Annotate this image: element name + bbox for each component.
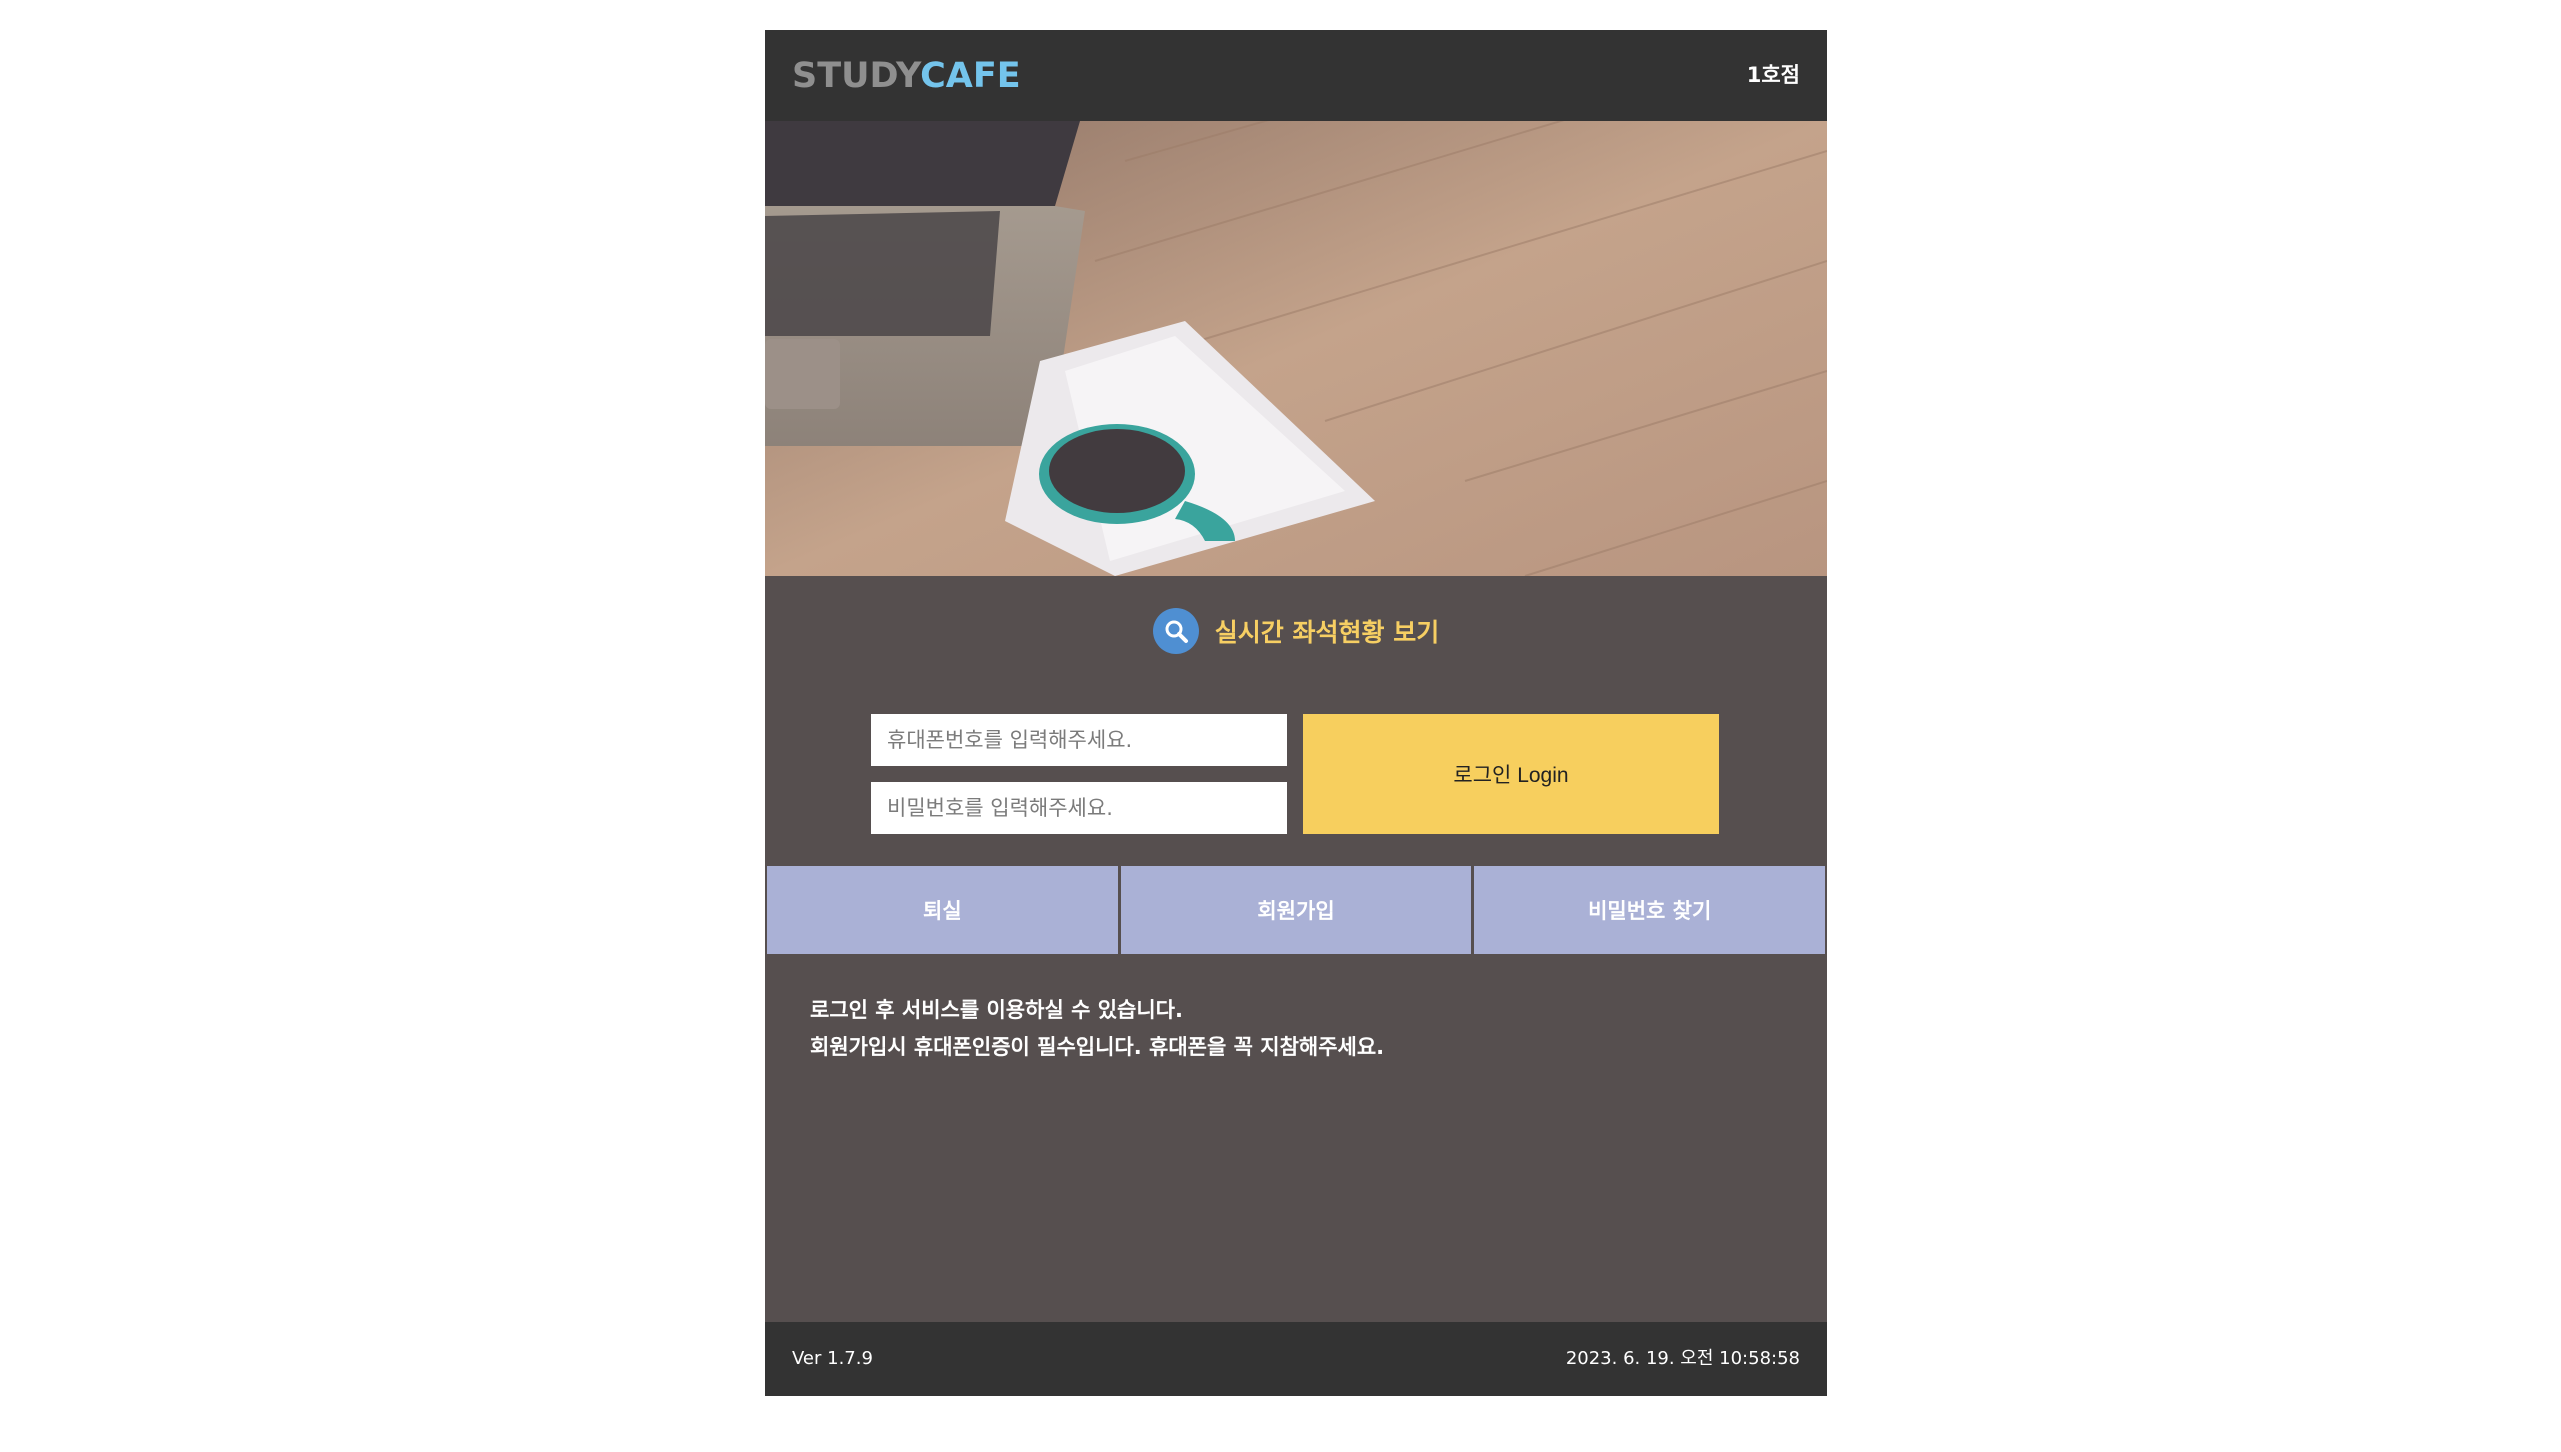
version-label: Ver 1.7.9 [792, 1348, 873, 1369]
find-password-button[interactable]: 비밀번호 찾기 [1474, 866, 1826, 954]
hero-image [765, 121, 1827, 576]
notice-line-1: 로그인 후 서비스를 이용하실 수 있습니다. [810, 998, 1183, 1022]
app-container: STUDYCAFE 1호점 실시간 좌석현황 보기 휴대폰번호를 입력해주세요.… [765, 30, 1827, 1396]
checkout-button[interactable]: 퇴실 [767, 866, 1118, 954]
notice-line-2: 회원가입시 휴대폰인증이 필수입니다. 휴대폰을 꼭 지참해주세요. [810, 1035, 1385, 1059]
signup-button[interactable]: 회원가입 [1120, 866, 1472, 954]
logo: STUDYCAFE [792, 54, 1021, 98]
search-icon [1152, 608, 1199, 654]
realtime-seat-status-link[interactable]: 실시간 좌석현황 보기 [765, 605, 1827, 657]
notice-text: 로그인 후 서비스를 이용하실 수 있습니다. 회원가입시 휴대폰인증이 필수입… [810, 992, 1384, 1066]
logo-cafe: CAFE [920, 56, 1021, 96]
phone-number-input[interactable] [871, 714, 1287, 766]
header-bar: STUDYCAFE 1호점 [765, 30, 1827, 121]
login-button[interactable]: 로그인 Login [1303, 714, 1719, 834]
datetime-label: 2023. 6. 19. 오전 10:58:58 [1565, 1348, 1800, 1369]
branch-label: 1호점 [1746, 63, 1800, 87]
action-button-row: 퇴실 회원가입 비밀번호 찾기 [767, 866, 1826, 954]
footer-bar: Ver 1.7.9 2023. 6. 19. 오전 10:58:58 [765, 1322, 1827, 1396]
seat-status-label: 실시간 좌석현황 보기 [1214, 618, 1440, 647]
password-input[interactable] [871, 782, 1287, 834]
logo-study: STUDY [792, 56, 921, 96]
